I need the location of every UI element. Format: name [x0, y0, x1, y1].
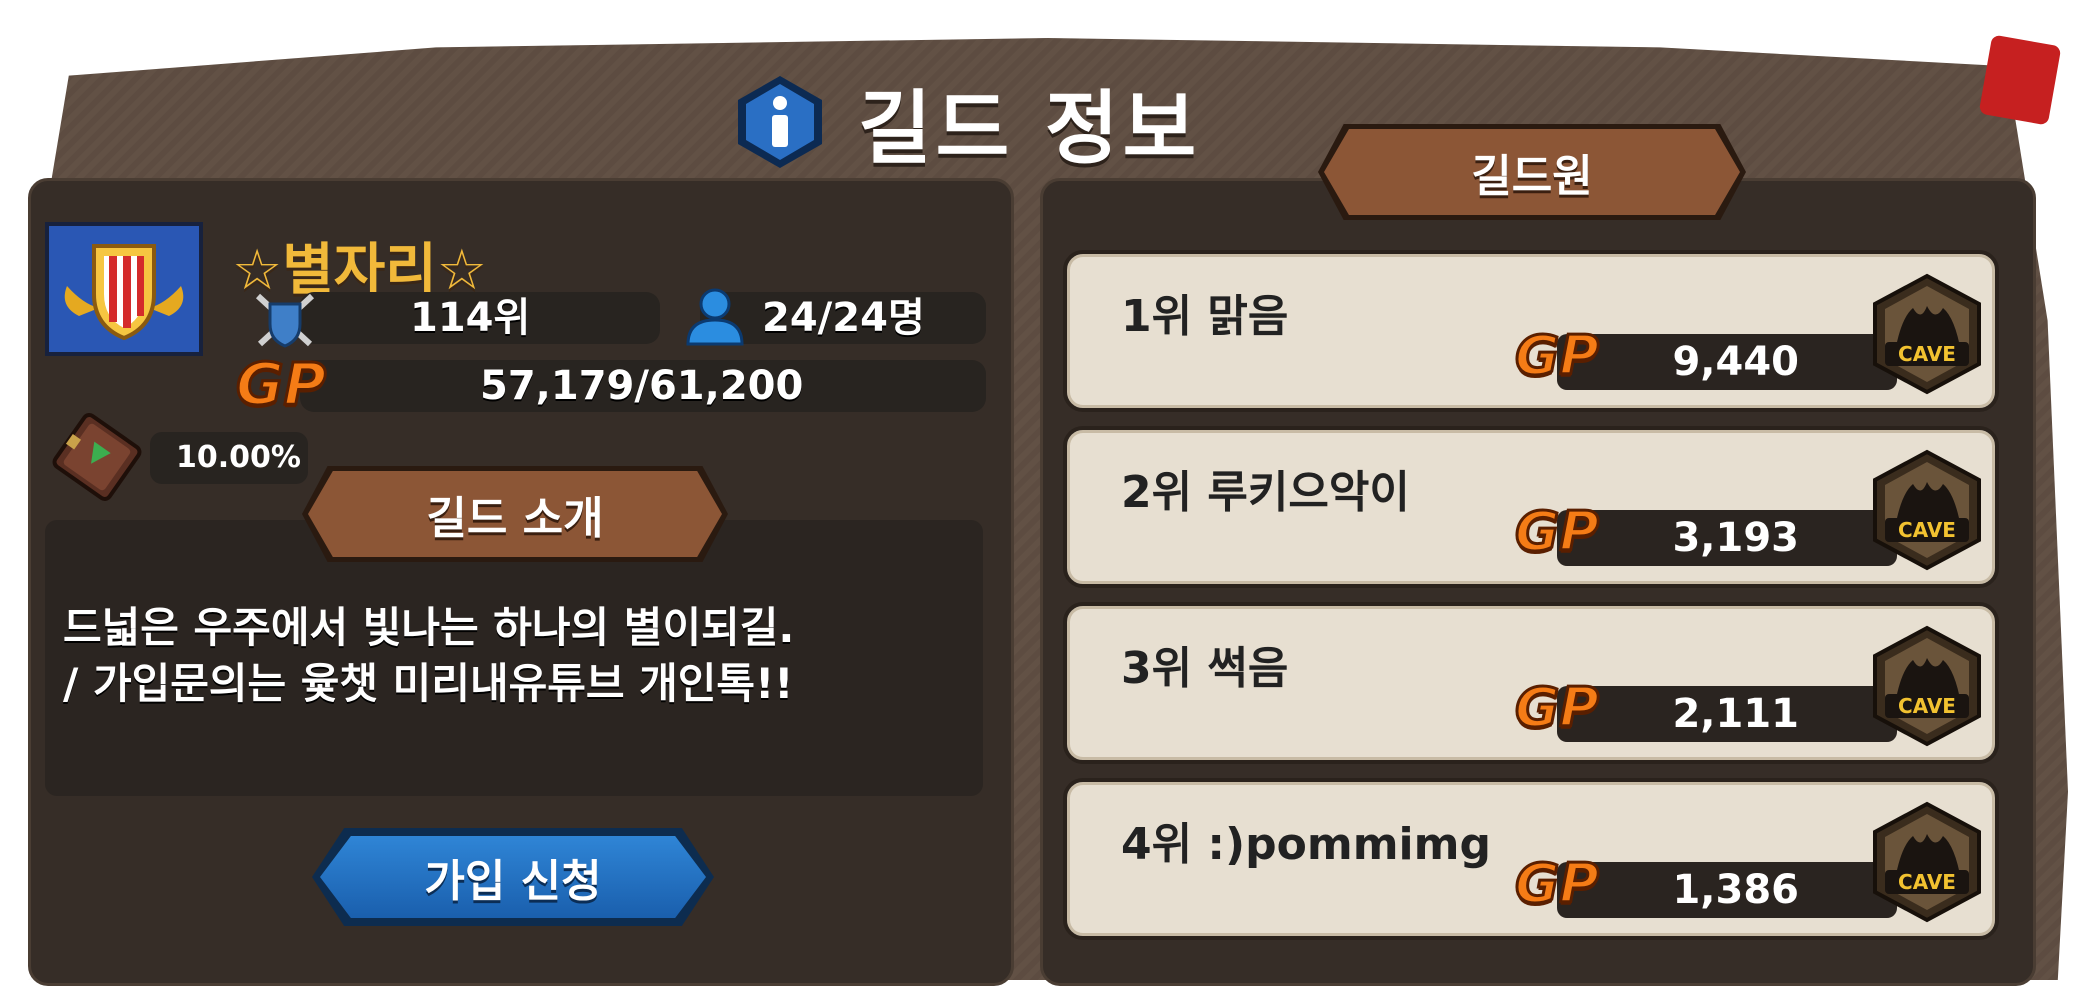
- cave-icon[interactable]: CAVE: [1867, 272, 1987, 396]
- gp-logo: GP: [1514, 675, 1601, 741]
- member-gp-value: 1,386: [1672, 867, 1799, 913]
- join-request-button[interactable]: 가입 신청: [320, 836, 706, 918]
- member-name: 3위 썩음: [1121, 643, 1289, 694]
- member-gp-value: 2,111: [1672, 691, 1799, 737]
- guild-emblem: [45, 222, 203, 356]
- gp-logo: GP: [1514, 499, 1601, 565]
- member-row[interactable]: 3위 썩음 GP 2,111 CAVE: [1063, 602, 1999, 764]
- book-icon: [42, 412, 152, 502]
- member-name: 4위 :)pommimg: [1121, 819, 1491, 870]
- guild-rank: 114위: [410, 295, 531, 341]
- member-row[interactable]: 1위 맑음 GP 9,440 CAVE: [1063, 250, 1999, 412]
- contribution-percent: 10.00%: [176, 440, 301, 475]
- dialog-header: 길드 정보: [730, 72, 1200, 175]
- cave-icon[interactable]: CAVE: [1867, 624, 1987, 748]
- member-gp-value: 3,193: [1672, 515, 1799, 561]
- member-row[interactable]: 2위 루키으악이 GP 3,193 CAVE: [1063, 426, 1999, 588]
- members-label: 길드원: [1324, 129, 1740, 215]
- close-button[interactable]: [1978, 34, 2062, 126]
- cave-label: CAVE: [1898, 518, 1956, 542]
- info-icon: [730, 72, 830, 172]
- cave-icon[interactable]: CAVE: [1867, 800, 1987, 924]
- guild-gp-value: 57,179/61,200: [480, 363, 804, 409]
- intro-label: 길드 소개: [308, 471, 722, 557]
- crossed-swords-shield-icon: [252, 290, 318, 350]
- member-gp-value: 9,440: [1672, 339, 1799, 385]
- cave-label: CAVE: [1898, 342, 1956, 366]
- member-row[interactable]: 4위 :)pommimg GP 1,386 CAVE: [1063, 778, 1999, 940]
- page-title: 길드 정보: [858, 82, 1201, 175]
- member-name: 2위 루키으악이: [1121, 467, 1410, 518]
- member-name: 1위 맑음: [1121, 291, 1289, 342]
- cave-label: CAVE: [1898, 694, 1956, 718]
- gp-logo: GP: [234, 349, 327, 420]
- cave-label: CAVE: [1898, 870, 1956, 894]
- gp-logo: GP: [1514, 323, 1601, 389]
- gp-logo: GP: [1514, 851, 1601, 917]
- guild-member-count: 24/24명: [762, 295, 925, 341]
- guild-intro-text: 드넓은 우주에서 빛나는 하나의 별이되길. / 가입문의는 윷챗 미리내유튜브…: [63, 603, 795, 708]
- user-icon: [682, 286, 748, 348]
- cave-icon[interactable]: CAVE: [1867, 448, 1987, 572]
